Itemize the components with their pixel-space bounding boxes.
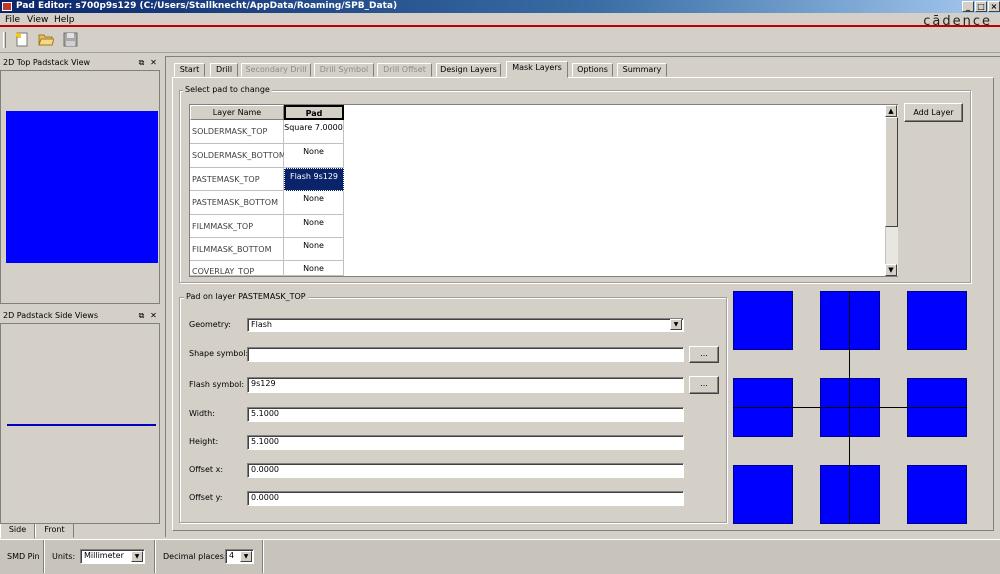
table-row-pad[interactable]: None <box>284 215 344 238</box>
close-panel-icon[interactable]: ✕ <box>149 311 158 320</box>
height-label: Height: <box>189 437 219 446</box>
close-panel-icon[interactable]: ✕ <box>149 58 158 67</box>
units-label: Units: <box>52 552 76 561</box>
table-row-pad[interactable]: None <box>284 191 344 215</box>
table-row-layer[interactable]: COVERLAY_TOP <box>190 261 284 276</box>
width-label: Width: <box>189 409 215 418</box>
chevron-down-icon[interactable]: ▼ <box>240 551 252 562</box>
table-row-pad[interactable]: None <box>284 144 344 168</box>
minimize-button[interactable]: _ <box>962 1 974 12</box>
status-bar <box>0 539 1000 574</box>
column-header-pad[interactable]: Pad <box>284 105 344 120</box>
preview-pad-bl <box>733 465 793 524</box>
shape-symbol-input[interactable] <box>247 347 684 362</box>
open-icon[interactable] <box>38 32 55 47</box>
tab-front[interactable]: Front <box>35 524 74 538</box>
table-row-pad[interactable]: None <box>284 261 344 276</box>
tab-side[interactable]: Side <box>0 524 35 539</box>
save-icon[interactable] <box>63 32 79 47</box>
status-separator <box>43 540 45 573</box>
tab-mask-layers[interactable]: Mask Layers <box>506 61 568 78</box>
top-padstack-view[interactable] <box>0 70 160 304</box>
preview-pad-tr <box>907 291 967 350</box>
close-window-button[interactable]: × <box>988 1 1000 12</box>
offset-x-label: Offset x: <box>189 465 224 474</box>
preview-pad-tc <box>820 291 880 350</box>
shape-symbol-browse-button[interactable]: ... <box>689 346 719 363</box>
table-row-layer[interactable]: SOLDERMASK_TOP <box>190 120 284 144</box>
offset-y-input[interactable]: 0.0000 <box>247 491 684 506</box>
height-input[interactable]: 5.1000 <box>247 435 684 450</box>
app-icon <box>2 2 12 11</box>
scrollbar-thumb[interactable] <box>885 117 898 227</box>
scroll-down-icon[interactable]: ▼ <box>885 264 897 276</box>
side-view-panel-title: 2D Padstack Side Views <box>0 309 160 322</box>
flash-symbol-input[interactable]: 9s129 <box>247 377 684 393</box>
geometry-select[interactable]: Flash <box>247 318 684 332</box>
table-row-pad[interactable]: Square 7.0000 <box>284 120 344 144</box>
tab-design-layers[interactable]: Design Layers <box>436 63 501 77</box>
tab-options[interactable]: Options <box>572 63 613 77</box>
tab-drill[interactable]: Drill <box>210 63 238 77</box>
flash-symbol-browse-button[interactable]: ... <box>689 376 719 394</box>
geometry-label: Geometry: <box>189 320 232 329</box>
scroll-up-icon[interactable]: ▲ <box>885 105 897 117</box>
side-padstack-view[interactable] <box>0 323 160 524</box>
table-row-pad[interactable]: None <box>284 238 344 261</box>
window-title-bar: Pad Editor: s700p9s129 (C:/Users/Stallkn… <box>0 0 1000 13</box>
toolbar <box>0 27 1000 53</box>
table-row-layer[interactable]: PASTEMASK_TOP <box>190 168 284 191</box>
preview-pad-tl <box>733 291 793 350</box>
status-separator <box>262 540 264 573</box>
select-pad-group-label: Select pad to change <box>183 85 272 95</box>
tab-summary[interactable]: Summary <box>617 63 667 77</box>
tab-start[interactable]: Start <box>174 63 205 77</box>
top-view-pad-shape <box>6 111 158 263</box>
width-input[interactable]: 5.1000 <box>247 407 684 422</box>
chevron-down-icon[interactable]: ▼ <box>670 319 682 330</box>
pad-on-layer-group-label: Pad on layer PASTEMASK_TOP <box>184 292 308 302</box>
float-panel-icon[interactable]: ⧉ <box>137 311 146 320</box>
preview-crosshair-horizontal <box>733 407 967 408</box>
shape-symbol-label: Shape symbol: <box>189 349 249 358</box>
add-layer-button[interactable]: Add Layer <box>904 103 963 122</box>
column-header-layer-name[interactable]: Layer Name <box>190 105 284 120</box>
table-row-pad-selected[interactable]: Flash 9s129 <box>284 168 344 191</box>
preview-pad-br <box>907 465 967 524</box>
tab-secondary-drill[interactable]: Secondary Drill <box>241 63 311 77</box>
top-view-panel-title: 2D Top Padstack View <box>0 56 160 69</box>
flash-symbol-label: Flash symbol: <box>189 380 245 389</box>
maximize-button[interactable]: □ <box>975 1 987 12</box>
tab-drill-symbol[interactable]: Drill Symbol <box>314 63 374 77</box>
new-icon[interactable] <box>14 32 30 47</box>
toolbar-grip[interactable] <box>3 32 6 48</box>
side-view-pad-line <box>7 424 156 426</box>
tab-drill-offset[interactable]: Drill Offset <box>377 63 432 77</box>
chevron-down-icon[interactable]: ▼ <box>131 551 143 562</box>
table-row-layer[interactable]: PASTEMASK_BOTTOM <box>190 191 284 215</box>
window-title: Pad Editor: s700p9s129 (C:/Users/Stallkn… <box>16 1 398 11</box>
pad-preview <box>731 288 971 528</box>
pin-type-status: SMD Pin <box>7 552 40 561</box>
preview-pad-bc <box>820 465 880 524</box>
decimal-places-label: Decimal places: <box>163 552 227 561</box>
status-separator <box>154 540 156 573</box>
offset-x-input[interactable]: 0.0000 <box>247 463 684 478</box>
float-panel-icon[interactable]: ⧉ <box>137 58 146 67</box>
table-row-layer[interactable]: SOLDERMASK_BOTTOM <box>190 144 286 168</box>
table-row-layer[interactable]: FILMMASK_BOTTOM <box>190 238 284 261</box>
offset-y-label: Offset y: <box>189 493 223 502</box>
table-row-layer[interactable]: FILMMASK_TOP <box>190 215 284 238</box>
